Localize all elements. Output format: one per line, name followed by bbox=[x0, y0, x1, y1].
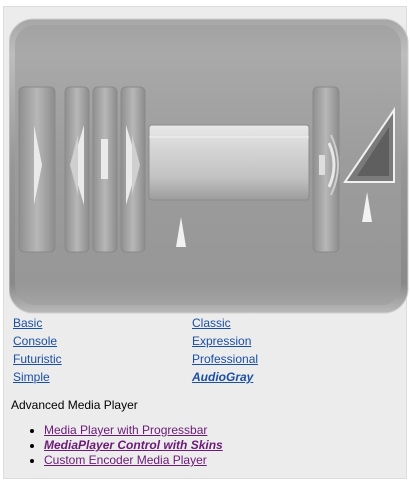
list-item: Media Player with Progressbar bbox=[44, 423, 223, 438]
stop-button[interactable] bbox=[92, 86, 118, 253]
rewind-button[interactable] bbox=[64, 86, 90, 253]
seek-track bbox=[148, 124, 310, 201]
related-link-custom-encoder[interactable]: Custom Encoder Media Player bbox=[44, 453, 207, 467]
skin-link-basic[interactable]: Basic bbox=[13, 316, 42, 330]
list-item: MediaPlayer Control with Skins bbox=[44, 438, 223, 453]
related-links-list: Media Player with Progressbar MediaPlaye… bbox=[4, 423, 223, 468]
play-button[interactable] bbox=[18, 86, 56, 253]
fast-forward-button[interactable] bbox=[120, 86, 146, 253]
media-player bbox=[9, 18, 409, 314]
section-title: Advanced Media Player bbox=[11, 398, 138, 412]
stop-icon bbox=[101, 139, 108, 179]
page-frame: Basic Console Futuristic Simple Classic … bbox=[3, 6, 409, 479]
skin-link-audiogray[interactable]: AudioGray bbox=[192, 370, 253, 384]
related-link-progressbar[interactable]: Media Player with Progressbar bbox=[44, 423, 207, 437]
skin-link-expression[interactable]: Expression bbox=[192, 334, 251, 348]
list-item: Custom Encoder Media Player bbox=[44, 453, 223, 468]
mute-button[interactable] bbox=[312, 86, 340, 253]
skin-link-futuristic[interactable]: Futuristic bbox=[13, 352, 62, 366]
skin-link-console[interactable]: Console bbox=[13, 334, 57, 348]
skin-link-simple[interactable]: Simple bbox=[13, 370, 50, 384]
skin-link-classic[interactable]: Classic bbox=[192, 316, 231, 330]
related-link-skins[interactable]: MediaPlayer Control with Skins bbox=[44, 438, 223, 452]
skin-link-professional[interactable]: Professional bbox=[192, 352, 258, 366]
